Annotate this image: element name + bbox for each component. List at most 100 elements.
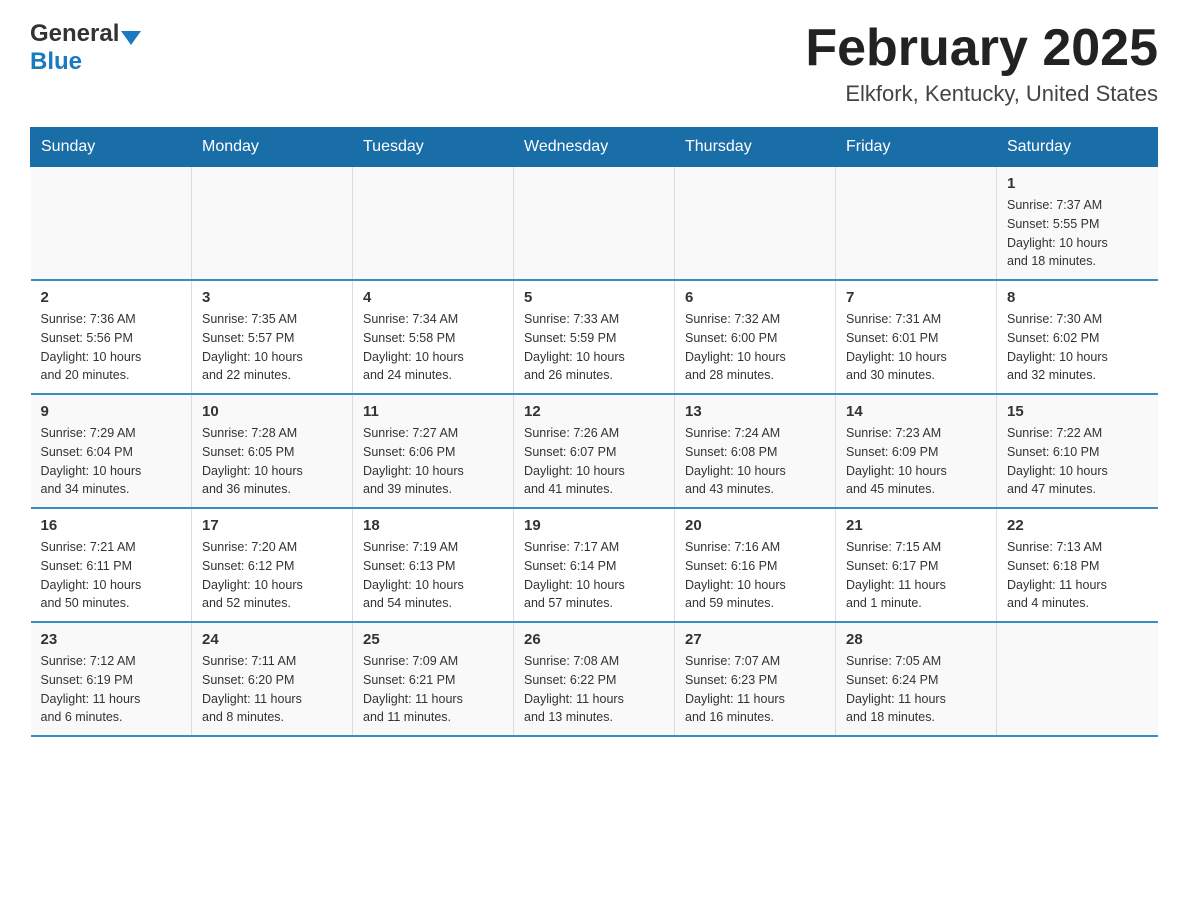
calendar-table: SundayMondayTuesdayWednesdayThursdayFrid… bbox=[30, 127, 1158, 737]
calendar-cell: 12 Sunrise: 7:26 AM Sunset: 6:07 PM Dayli… bbox=[514, 394, 675, 508]
calendar-week-row: 16 Sunrise: 7:21 AM Sunset: 6:11 PM Dayli… bbox=[31, 508, 1158, 622]
calendar-cell: 22 Sunrise: 7:13 AM Sunset: 6:18 PM Dayli… bbox=[997, 508, 1158, 622]
day-info: Sunrise: 7:22 AM Sunset: 6:10 PM Dayligh… bbox=[1007, 424, 1148, 499]
calendar-cell bbox=[836, 167, 997, 281]
calendar-header-row: SundayMondayTuesdayWednesdayThursdayFrid… bbox=[31, 128, 1158, 167]
day-number: 16 bbox=[41, 517, 182, 534]
day-info: Sunrise: 7:07 AM Sunset: 6:23 PM Dayligh… bbox=[685, 652, 825, 727]
day-number: 13 bbox=[685, 403, 825, 420]
page-header: General Blue February 2025 Elkfork, Kent… bbox=[30, 20, 1158, 107]
day-number: 7 bbox=[846, 289, 986, 306]
day-number: 9 bbox=[41, 403, 182, 420]
calendar-cell: 20Sunrise: 7:16 AM Sunset: 6:16 PM Dayli… bbox=[675, 508, 836, 622]
day-number: 23 bbox=[41, 631, 182, 648]
calendar-week-row: 2Sunrise: 7:36 AM Sunset: 5:56 PM Daylig… bbox=[31, 280, 1158, 394]
calendar-cell: 14 Sunrise: 7:23 AM Sunset: 6:09 PM Dayli… bbox=[836, 394, 997, 508]
calendar-cell: 9 Sunrise: 7:29 AM Sunset: 6:04 PM Daylig… bbox=[31, 394, 192, 508]
day-number: 8 bbox=[1007, 289, 1148, 306]
calendar-cell: 21Sunrise: 7:15 AM Sunset: 6:17 PM Dayli… bbox=[836, 508, 997, 622]
header-cell-thursday: Thursday bbox=[675, 128, 836, 167]
calendar-cell: 5 Sunrise: 7:33 AM Sunset: 5:59 PM Daylig… bbox=[514, 280, 675, 394]
day-number: 17 bbox=[202, 517, 342, 534]
calendar-cell bbox=[675, 167, 836, 281]
title-block: February 2025 Elkfork, Kentucky, United … bbox=[805, 20, 1158, 107]
day-info: Sunrise: 7:26 AM Sunset: 6:07 PM Dayligh… bbox=[524, 424, 664, 499]
calendar-cell: 24 Sunrise: 7:11 AM Sunset: 6:20 PM Dayli… bbox=[192, 622, 353, 736]
day-info: Sunrise: 7:27 AM Sunset: 6:06 PM Dayligh… bbox=[363, 424, 503, 499]
day-info: Sunrise: 7:31 AM Sunset: 6:01 PM Dayligh… bbox=[846, 310, 986, 385]
day-info: Sunrise: 7:13 AM Sunset: 6:18 PM Dayligh… bbox=[1007, 538, 1148, 613]
day-number: 11 bbox=[363, 403, 503, 420]
calendar-cell: 1 Sunrise: 7:37 AM Sunset: 5:55 PM Daylig… bbox=[997, 167, 1158, 281]
day-info: Sunrise: 7:33 AM Sunset: 5:59 PM Dayligh… bbox=[524, 310, 664, 385]
logo-triangle-icon bbox=[121, 31, 141, 45]
calendar-cell: 23Sunrise: 7:12 AM Sunset: 6:19 PM Dayli… bbox=[31, 622, 192, 736]
day-info: Sunrise: 7:34 AM Sunset: 5:58 PM Dayligh… bbox=[363, 310, 503, 385]
header-cell-sunday: Sunday bbox=[31, 128, 192, 167]
day-info: Sunrise: 7:20 AM Sunset: 6:12 PM Dayligh… bbox=[202, 538, 342, 613]
calendar-cell: 18 Sunrise: 7:19 AM Sunset: 6:13 PM Dayli… bbox=[353, 508, 514, 622]
calendar-cell: 25 Sunrise: 7:09 AM Sunset: 6:21 PM Dayli… bbox=[353, 622, 514, 736]
day-info: Sunrise: 7:29 AM Sunset: 6:04 PM Dayligh… bbox=[41, 424, 182, 499]
calendar-cell bbox=[31, 167, 192, 281]
day-number: 5 bbox=[524, 289, 664, 306]
calendar-cell: 6 Sunrise: 7:32 AM Sunset: 6:00 PM Daylig… bbox=[675, 280, 836, 394]
day-info: Sunrise: 7:08 AM Sunset: 6:22 PM Dayligh… bbox=[524, 652, 664, 727]
calendar-cell: 2Sunrise: 7:36 AM Sunset: 5:56 PM Daylig… bbox=[31, 280, 192, 394]
day-info: Sunrise: 7:11 AM Sunset: 6:20 PM Dayligh… bbox=[202, 652, 342, 727]
calendar-cell: 13 Sunrise: 7:24 AM Sunset: 6:08 PM Dayli… bbox=[675, 394, 836, 508]
calendar-cell: 11 Sunrise: 7:27 AM Sunset: 6:06 PM Dayli… bbox=[353, 394, 514, 508]
day-number: 12 bbox=[524, 403, 664, 420]
calendar-week-row: 9 Sunrise: 7:29 AM Sunset: 6:04 PM Daylig… bbox=[31, 394, 1158, 508]
calendar-cell bbox=[353, 167, 514, 281]
day-number: 6 bbox=[685, 289, 825, 306]
day-number: 10 bbox=[202, 403, 342, 420]
day-number: 24 bbox=[202, 631, 342, 648]
location: Elkfork, Kentucky, United States bbox=[805, 81, 1158, 107]
header-cell-tuesday: Tuesday bbox=[353, 128, 514, 167]
calendar-week-row: 1 Sunrise: 7:37 AM Sunset: 5:55 PM Daylig… bbox=[31, 167, 1158, 281]
calendar-cell: 4 Sunrise: 7:34 AM Sunset: 5:58 PM Daylig… bbox=[353, 280, 514, 394]
calendar-cell: 19 Sunrise: 7:17 AM Sunset: 6:14 PM Dayli… bbox=[514, 508, 675, 622]
day-info: Sunrise: 7:21 AM Sunset: 6:11 PM Dayligh… bbox=[41, 538, 182, 613]
day-number: 2 bbox=[41, 289, 182, 306]
calendar-cell: 3Sunrise: 7:35 AM Sunset: 5:57 PM Daylig… bbox=[192, 280, 353, 394]
logo-general-text: General bbox=[30, 20, 119, 48]
calendar-cell bbox=[192, 167, 353, 281]
day-number: 14 bbox=[846, 403, 986, 420]
calendar-cell: 10 Sunrise: 7:28 AM Sunset: 6:05 PM Dayli… bbox=[192, 394, 353, 508]
calendar-cell: 17 Sunrise: 7:20 AM Sunset: 6:12 PM Dayli… bbox=[192, 508, 353, 622]
day-number: 19 bbox=[524, 517, 664, 534]
day-number: 21 bbox=[846, 517, 986, 534]
day-info: Sunrise: 7:09 AM Sunset: 6:21 PM Dayligh… bbox=[363, 652, 503, 727]
day-info: Sunrise: 7:35 AM Sunset: 5:57 PM Dayligh… bbox=[202, 310, 342, 385]
day-info: Sunrise: 7:19 AM Sunset: 6:13 PM Dayligh… bbox=[363, 538, 503, 613]
day-info: Sunrise: 7:30 AM Sunset: 6:02 PM Dayligh… bbox=[1007, 310, 1148, 385]
day-info: Sunrise: 7:23 AM Sunset: 6:09 PM Dayligh… bbox=[846, 424, 986, 499]
day-info: Sunrise: 7:24 AM Sunset: 6:08 PM Dayligh… bbox=[685, 424, 825, 499]
day-number: 25 bbox=[363, 631, 503, 648]
day-info: Sunrise: 7:28 AM Sunset: 6:05 PM Dayligh… bbox=[202, 424, 342, 499]
month-title: February 2025 bbox=[805, 20, 1158, 77]
day-number: 1 bbox=[1007, 175, 1148, 192]
day-info: Sunrise: 7:17 AM Sunset: 6:14 PM Dayligh… bbox=[524, 538, 664, 613]
calendar-cell: 26Sunrise: 7:08 AM Sunset: 6:22 PM Dayli… bbox=[514, 622, 675, 736]
header-cell-wednesday: Wednesday bbox=[514, 128, 675, 167]
day-info: Sunrise: 7:37 AM Sunset: 5:55 PM Dayligh… bbox=[1007, 196, 1148, 271]
day-info: Sunrise: 7:32 AM Sunset: 6:00 PM Dayligh… bbox=[685, 310, 825, 385]
day-number: 28 bbox=[846, 631, 986, 648]
calendar-cell: 7 Sunrise: 7:31 AM Sunset: 6:01 PM Daylig… bbox=[836, 280, 997, 394]
day-number: 22 bbox=[1007, 517, 1148, 534]
calendar-cell: 15Sunrise: 7:22 AM Sunset: 6:10 PM Dayli… bbox=[997, 394, 1158, 508]
calendar-cell: 28 Sunrise: 7:05 AM Sunset: 6:24 PM Dayli… bbox=[836, 622, 997, 736]
calendar-cell: 8 Sunrise: 7:30 AM Sunset: 6:02 PM Daylig… bbox=[997, 280, 1158, 394]
calendar-cell: 27 Sunrise: 7:07 AM Sunset: 6:23 PM Dayli… bbox=[675, 622, 836, 736]
day-number: 27 bbox=[685, 631, 825, 648]
header-cell-monday: Monday bbox=[192, 128, 353, 167]
logo: General Blue bbox=[30, 20, 141, 76]
calendar-week-row: 23Sunrise: 7:12 AM Sunset: 6:19 PM Dayli… bbox=[31, 622, 1158, 736]
day-info: Sunrise: 7:05 AM Sunset: 6:24 PM Dayligh… bbox=[846, 652, 986, 727]
day-number: 18 bbox=[363, 517, 503, 534]
day-number: 4 bbox=[363, 289, 503, 306]
logo-blue-text: Blue bbox=[30, 48, 82, 76]
